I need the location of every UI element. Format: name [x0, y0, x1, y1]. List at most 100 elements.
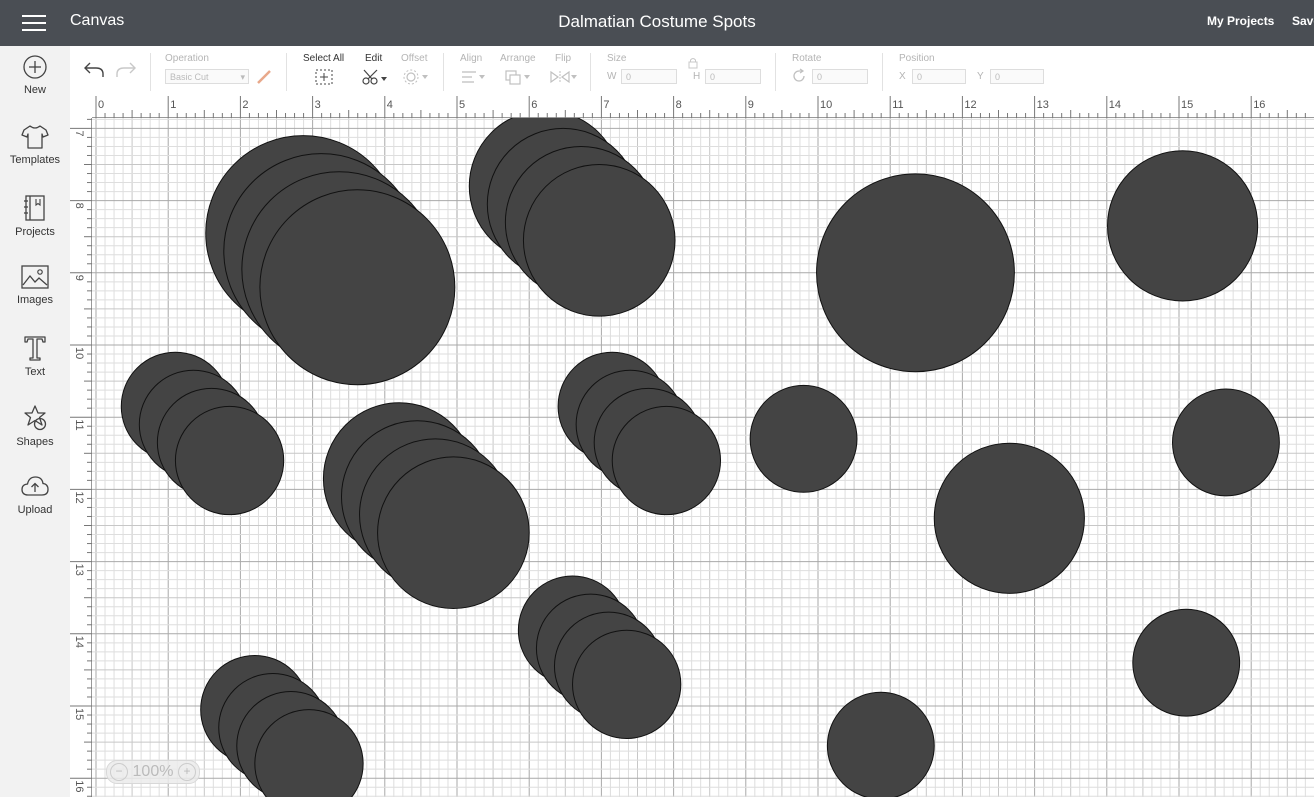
- vertical-ruler: 7 8 9 10 11 12 13 14 15 16: [70, 96, 92, 797]
- ruler-label-v: 7: [73, 130, 85, 136]
- spot-single-6[interactable]: [1132, 608, 1241, 717]
- spot-stack-7[interactable]: [200, 654, 364, 797]
- ruler-label-h: 5: [459, 99, 465, 111]
- size-label: Size: [607, 53, 627, 64]
- zoom-out-icon[interactable]: −: [110, 763, 128, 781]
- spot-stack-5[interactable]: [557, 351, 722, 516]
- position-x-input[interactable]: 0: [912, 69, 966, 84]
- ruler-label-h: 2: [242, 99, 248, 111]
- rotate-input[interactable]: 0: [812, 69, 868, 84]
- align-icon[interactable]: [460, 69, 488, 85]
- design-canvas[interactable]: 0 1 2 3 4 5 6 7 8 9 10 11 12 13 14 15 16 7 8 9 10 11 12 13 14 15…: [70, 96, 1314, 797]
- spot-stack-6[interactable]: [517, 575, 682, 739]
- spot-circle[interactable]: [749, 384, 858, 493]
- sidebar-item-projects[interactable]: Projects: [0, 194, 70, 256]
- spot-circle[interactable]: [1107, 150, 1259, 302]
- lock-icon[interactable]: [688, 57, 698, 69]
- zoom-in-icon[interactable]: +: [178, 763, 196, 781]
- toolbar-separator: [286, 53, 287, 91]
- ruler-label-h: 14: [1109, 99, 1121, 111]
- rotate-icon[interactable]: [791, 68, 807, 84]
- sidebar-item-shapes[interactable]: Shapes: [0, 404, 70, 466]
- spot-circle[interactable]: [816, 173, 1015, 373]
- size-height-value: 0: [710, 72, 716, 82]
- horizontal-ruler: 0 1 2 3 4 5 6 7 8 9 10 11 12 13 14 15 16: [70, 96, 1314, 118]
- ruler-label-v: 10: [73, 347, 85, 359]
- size-width-input[interactable]: 0: [621, 69, 677, 84]
- spot-circle[interactable]: [259, 189, 456, 386]
- ruler-label-h: 0: [98, 99, 104, 111]
- spot-single-1[interactable]: [816, 173, 1015, 373]
- my-projects-button[interactable]: My Projects: [1207, 14, 1274, 28]
- sidebar-item-images[interactable]: Images: [0, 264, 70, 326]
- ruler-label-h: 1: [170, 99, 176, 111]
- shirt-icon: [21, 125, 49, 149]
- ruler-label-h: 8: [676, 99, 682, 111]
- ruler-label-h: 16: [1253, 99, 1265, 111]
- save-button[interactable]: Save: [1292, 14, 1314, 28]
- spot-single-2[interactable]: [1107, 150, 1259, 302]
- select-all-icon[interactable]: [314, 68, 334, 86]
- sidebar-item-upload[interactable]: Upload: [0, 474, 70, 536]
- ruler-label-v: 11: [73, 419, 85, 430]
- sidebar-label-projects: Projects: [15, 226, 55, 238]
- undo-icon[interactable]: [82, 59, 106, 81]
- spot-circle[interactable]: [1132, 608, 1241, 717]
- document-title[interactable]: Dalmatian Costume Spots: [0, 12, 1314, 32]
- edit-toolbar: Operation Basic Cut ▾ Select All Edit Of…: [70, 46, 1314, 97]
- align-label: Align: [460, 53, 483, 64]
- toolbar-separator: [775, 53, 776, 91]
- spot-single-3[interactable]: [749, 384, 858, 493]
- rotate-label: Rotate: [792, 53, 822, 64]
- ruler-label-h: 13: [1037, 99, 1049, 111]
- spot-stack-2[interactable]: [468, 109, 676, 317]
- position-y-value: 0: [995, 72, 1001, 82]
- spots-layer: [120, 109, 1280, 797]
- position-label: Position: [899, 53, 935, 64]
- ruler-label-v: 14: [73, 636, 85, 648]
- spot-circle[interactable]: [377, 456, 530, 610]
- spot-stack-1[interactable]: [205, 135, 456, 386]
- spot-stack-4[interactable]: [322, 402, 530, 610]
- size-height-input[interactable]: 0: [705, 69, 761, 84]
- spot-single-4[interactable]: [1172, 388, 1280, 497]
- flip-label: Flip: [555, 53, 572, 64]
- ruler-label-h: 4: [387, 99, 393, 111]
- sidebar-item-new[interactable]: New: [0, 54, 70, 116]
- position-y-input[interactable]: 0: [990, 69, 1044, 84]
- ruler-label-v: 12: [73, 491, 85, 503]
- pen-color-icon[interactable]: [255, 68, 273, 86]
- sidebar-item-text[interactable]: Text: [0, 334, 70, 396]
- redo-icon[interactable]: [114, 59, 138, 81]
- ruler-label-h: 7: [603, 99, 609, 111]
- spot-circle[interactable]: [572, 629, 682, 739]
- sidebar-label-images: Images: [16, 294, 54, 306]
- sidebar-label-shapes: Shapes: [16, 436, 54, 448]
- zoom-control[interactable]: − 100% +: [106, 760, 200, 784]
- spot-stack-3[interactable]: [120, 351, 285, 516]
- spot-circle[interactable]: [174, 405, 285, 516]
- spot-circle[interactable]: [1172, 388, 1280, 497]
- flip-icon[interactable]: [549, 69, 579, 85]
- spot-single-7[interactable]: [826, 691, 935, 797]
- size-width-value: 0: [626, 72, 632, 82]
- offset-label: Offset: [401, 53, 428, 64]
- spot-circle[interactable]: [522, 164, 676, 317]
- ruler-label-h: 15: [1181, 99, 1193, 111]
- spot-circle[interactable]: [611, 405, 722, 516]
- spot-circle[interactable]: [826, 691, 935, 797]
- sidebar-item-templates[interactable]: Templates: [0, 124, 70, 186]
- toolbar-separator: [443, 53, 444, 91]
- spot-circle[interactable]: [933, 442, 1085, 594]
- top-bar: Canvas Dalmatian Costume Spots My Projec…: [0, 0, 1314, 46]
- cloud-upload-icon: [21, 476, 49, 496]
- position-x-label: X: [899, 71, 906, 82]
- image-icon: [21, 265, 49, 289]
- operation-value: Basic Cut: [170, 72, 209, 82]
- operation-select[interactable]: Basic Cut ▾: [165, 69, 249, 84]
- plus-circle-icon: [23, 55, 47, 79]
- offset-icon[interactable]: [402, 69, 430, 85]
- edit-scissors-icon[interactable]: [361, 68, 389, 86]
- arrange-icon[interactable]: [504, 69, 534, 85]
- spot-single-5[interactable]: [933, 442, 1085, 594]
